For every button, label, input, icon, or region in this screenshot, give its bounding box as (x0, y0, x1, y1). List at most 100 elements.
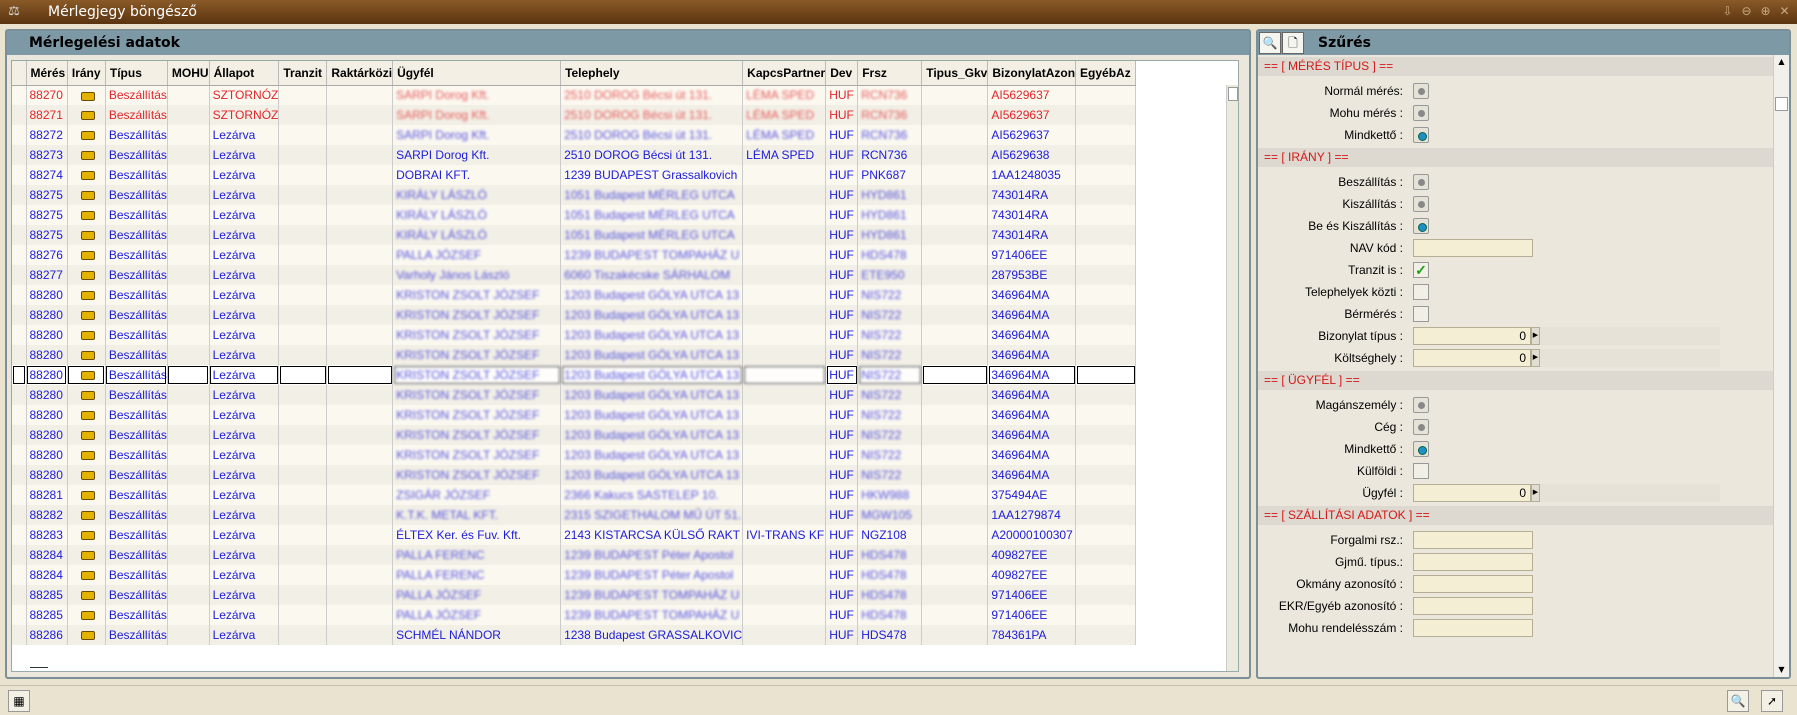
column-header[interactable]: KapcsPartner (742, 61, 827, 86)
filter-checkbox[interactable] (1413, 463, 1429, 479)
zoom-out-icon[interactable]: ⊖ (1738, 3, 1755, 20)
scroll-down-icon[interactable]: ▼ (1774, 663, 1789, 677)
table-row[interactable]: 88284 Beszállítás Lezárva PALLA FERENC 1239 … (12, 565, 1137, 585)
filter-text-input[interactable] (1413, 619, 1533, 637)
column-header[interactable]: Raktárközi (326, 61, 394, 86)
table-row[interactable]: 88283 Beszállítás Lezárva ÉLTEX Ker. és Fuv… (12, 525, 1137, 545)
table-row[interactable]: 88280 Beszállítás Lezárva KRISTON ZSOLT JÓZ… (12, 325, 1137, 345)
cell-tipus: Beszállítás (105, 345, 168, 365)
column-header[interactable]: Típus (105, 61, 168, 86)
column-header[interactable]: Irány (67, 61, 106, 86)
cell-empty (326, 105, 394, 125)
table-row[interactable]: 88273 Beszállítás Lezárva SARPI Dorog Kft. 2… (12, 145, 1137, 165)
table-row[interactable]: 88280 Beszállítás Lezárva KRISTON ZSOLT JÓZ… (12, 465, 1137, 485)
lookup-arrow-icon[interactable]: ▶ (1531, 484, 1540, 502)
close-icon[interactable]: ✕ (1776, 3, 1793, 20)
table-row[interactable]: 88281 Beszállítás Lezárva ZSIGÁR JÓZSEF 2366… (12, 485, 1137, 505)
cell-id: 88277 (26, 265, 68, 285)
filter-radio[interactable] (1413, 83, 1429, 99)
excel-export-icon[interactable]: ▦ (8, 690, 30, 712)
table-row[interactable]: 88284 Beszállítás Lezárva PALLA FERENC 1239 … (12, 545, 1137, 565)
column-header[interactable]: MOHU (167, 61, 210, 86)
search-icon[interactable]: 🔍 (1259, 32, 1281, 54)
table-row[interactable]: 88275 Beszállítás Lezárva KIRÁLY LÁSZLÓ 1051… (12, 225, 1137, 245)
filter-radio[interactable] (1413, 218, 1429, 234)
column-config-icon[interactable] (12, 61, 27, 86)
filter-radio[interactable] (1413, 105, 1429, 121)
cell-kapcs (742, 385, 827, 405)
cell-tipus: Beszállítás (105, 545, 168, 565)
column-header[interactable]: Dev (825, 61, 859, 86)
filter-checkbox[interactable] (1413, 284, 1429, 300)
filter-text-input[interactable] (1413, 597, 1533, 615)
zoom-in-icon[interactable]: ⊕ (1757, 3, 1774, 20)
cell-telephely: 1203 Budapest GÓLYA UTCA 13 (560, 285, 744, 305)
filter-scrollbar[interactable]: ▲ ▼ (1773, 55, 1789, 677)
scrollbar-thumb[interactable] (1228, 87, 1238, 101)
table-row[interactable]: 88280 Beszállítás Lezárva KRISTON ZSOLT JÓZ… (12, 405, 1137, 425)
filter-text-input[interactable] (1413, 239, 1533, 257)
table-row[interactable]: 88280 Beszállítás Lezárva KRISTON ZSOLT JÓZ… (12, 345, 1137, 365)
cell-id: 88285 (26, 585, 68, 605)
column-header[interactable]: EgyébAz (1075, 61, 1137, 86)
table-row[interactable]: 88285 Beszállítás Lezárva PALLA JÓZSEF 1239 … (12, 605, 1137, 625)
table-row[interactable]: 88272 Beszállítás Lezárva SARPI Dorog Kft. 2… (12, 125, 1137, 145)
table-row[interactable]: 88275 Beszállítás Lezárva KIRÁLY LÁSZLÓ 1051… (12, 185, 1137, 205)
lookup-arrow-icon[interactable]: ▶ (1531, 327, 1540, 345)
filter-number-input[interactable]: 0 (1413, 484, 1531, 502)
scrollbar-thumb[interactable] (1775, 97, 1788, 111)
table-row[interactable]: 88270 Beszállítás SZTORNÓZ SARPI Dorog Kft.… (12, 85, 1137, 105)
column-header[interactable]: Tranzit (278, 61, 328, 86)
filter-radio[interactable] (1413, 419, 1429, 435)
results-scrollbar[interactable] (1226, 85, 1238, 671)
table-row[interactable]: 88271 Beszállítás SZTORNÓZ SARPI Dorog Kft.… (12, 105, 1137, 125)
filter-radio[interactable] (1413, 397, 1429, 413)
table-row[interactable]: 88280 Beszállítás Lezárva KRISTON ZSOLT JÓZ… (12, 445, 1137, 465)
column-header[interactable]: BizonylatAzon (987, 61, 1077, 86)
exit-icon[interactable]: ➚ (1761, 690, 1783, 712)
table-row[interactable]: 88275 Beszállítás Lezárva KIRÁLY LÁSZLÓ 1051… (12, 205, 1137, 225)
filter-text-input[interactable] (1413, 553, 1533, 571)
table-row[interactable]: 88282 Beszállítás Lezárva K.T.K. METAL KFT.… (12, 505, 1137, 525)
filter-checkbox[interactable] (1413, 306, 1429, 322)
table-row[interactable]: 88277 Beszállítás Lezárva Varholy János Lás… (12, 265, 1137, 285)
filter-number-input[interactable]: 0 (1413, 349, 1531, 367)
cell-frsz: HDS478 (857, 245, 923, 265)
filter-radio[interactable] (1413, 174, 1429, 190)
filter-number-input[interactable]: 0 (1413, 327, 1531, 345)
filter-radio[interactable] (1413, 127, 1429, 143)
cell-biz: 346964MA (987, 465, 1077, 485)
column-header[interactable]: Telephely (560, 61, 744, 86)
column-header[interactable]: Mérés (26, 61, 68, 86)
column-header[interactable]: Frsz (857, 61, 923, 86)
cell-ugyfel: KRISTON ZSOLT JÓZSEF (392, 405, 562, 425)
column-header[interactable]: Tipus_Gkv (921, 61, 989, 86)
cell-dev: HUF (825, 405, 859, 425)
scroll-up-icon[interactable]: ▲ (1774, 55, 1789, 69)
filter-radio[interactable] (1413, 196, 1429, 212)
filter-radio[interactable] (1413, 441, 1429, 457)
column-header[interactable]: Ügyfél (392, 61, 562, 86)
table-row[interactable]: 88280 Beszállítás Lezárva KRISTON ZSOLT JÓZ… (12, 305, 1137, 325)
table-row[interactable]: 88280 Beszállítás Lezárva KRISTON ZSOLT JÓZ… (12, 385, 1137, 405)
table-row[interactable]: 88280 Beszállítás Lezárva KRISTON ZSOLT JÓZ… (12, 285, 1137, 305)
column-header[interactable]: Állapot (209, 61, 280, 86)
filter-checkbox[interactable]: ✓ (1413, 262, 1429, 278)
cell-empty (921, 525, 989, 545)
filter-text-input[interactable] (1413, 575, 1533, 593)
table-row[interactable]: 88286 Beszállítás Lezárva SCHMÉL NÁNDOR 1238… (12, 625, 1137, 645)
table-row[interactable]: 88280 Beszállítás Lezárva KRISTON ZSOLT JÓZ… (12, 425, 1137, 445)
search-icon[interactable]: 🔍 (1727, 690, 1749, 712)
lookup-arrow-icon[interactable]: ▶ (1531, 349, 1540, 367)
document-icon[interactable]: 🗋 (1282, 32, 1304, 54)
cell-empty (12, 465, 27, 485)
table-row[interactable]: 88285 Beszállítás Lezárva PALLA JÓZSEF 1239 … (12, 585, 1137, 605)
table-row[interactable]: 88274 Beszállítás Lezárva DOBRAI KFT. 1239 B… (12, 165, 1137, 185)
filter-text-input[interactable] (1413, 531, 1533, 549)
cell-allapot: Lezárva (209, 485, 280, 505)
export-icon[interactable]: ⇩ (1719, 3, 1736, 20)
cell-empty (326, 425, 394, 445)
table-row[interactable]: 88280 Beszállítás Lezárva KRISTON ZSOLT JÓZ… (12, 365, 1137, 385)
table-row[interactable]: 88276 Beszállítás Lezárva PALLA JÓZSEF 1239 … (12, 245, 1137, 265)
truck-icon (80, 231, 95, 241)
